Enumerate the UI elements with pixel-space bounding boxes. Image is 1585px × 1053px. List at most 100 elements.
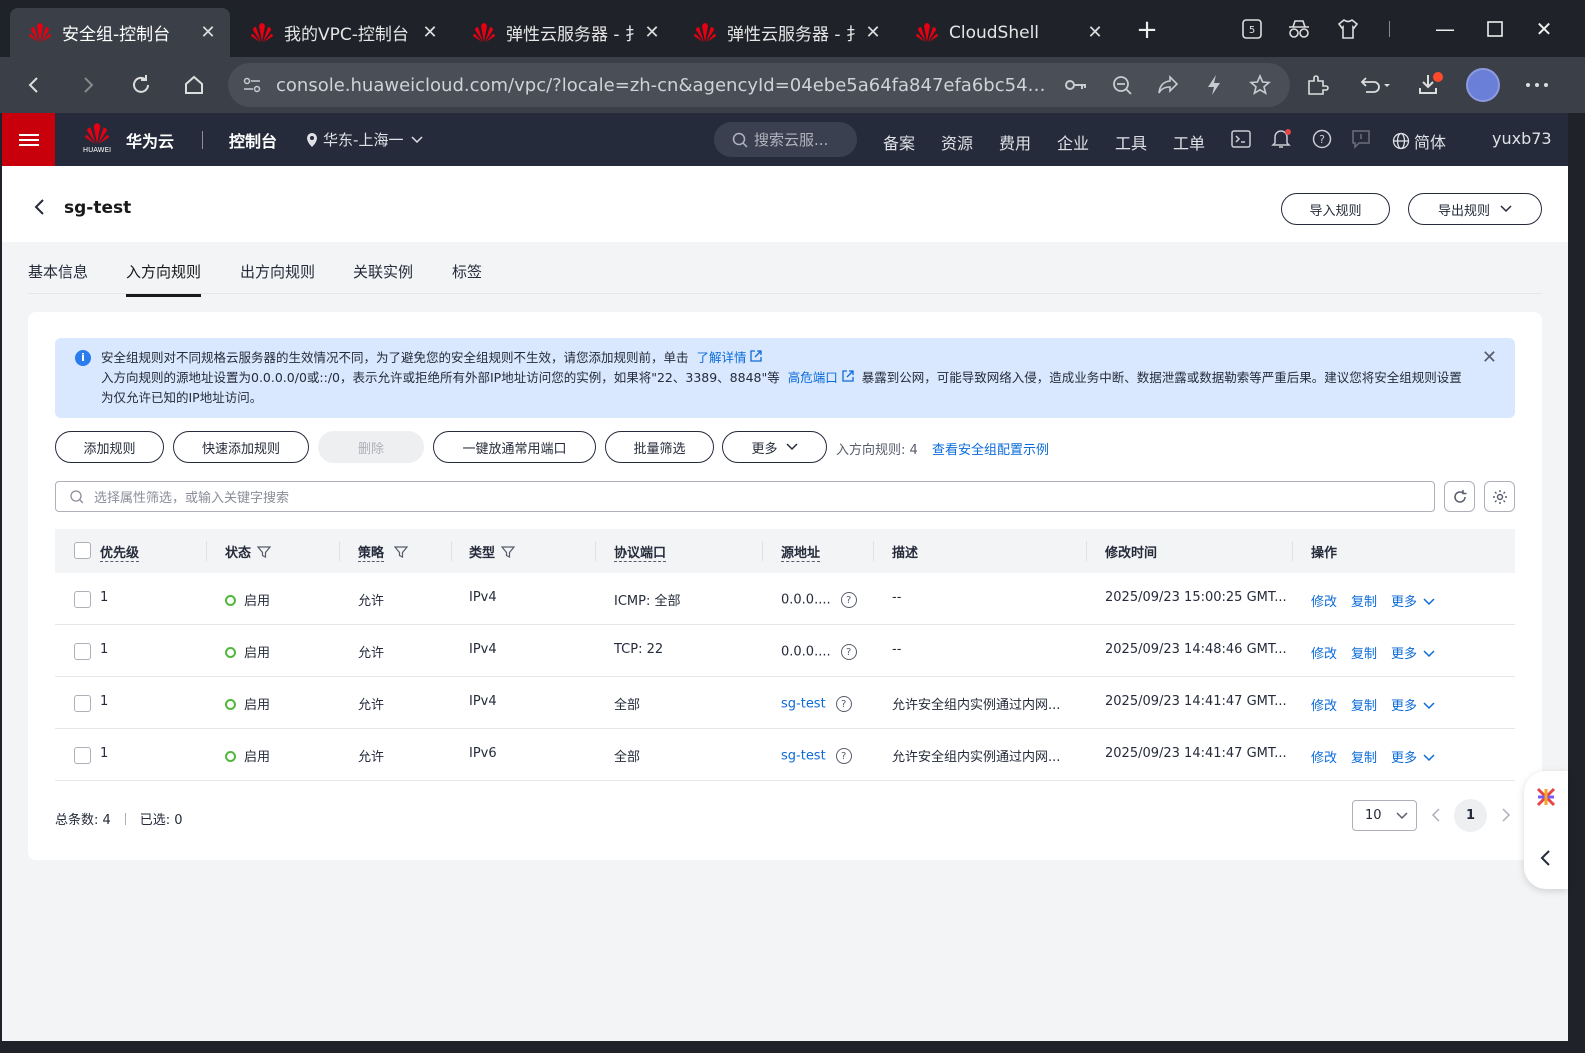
- hamburger-menu-icon[interactable]: [2, 113, 55, 166]
- refresh-button[interactable]: [1444, 481, 1475, 512]
- close-window-icon[interactable]: ✕: [1524, 12, 1564, 46]
- close-tab-icon[interactable]: ✕: [642, 22, 662, 43]
- profile-avatar[interactable]: [1466, 68, 1500, 102]
- edit-rule-link[interactable]: 修改: [1311, 643, 1337, 662]
- forward-icon[interactable]: [72, 69, 104, 101]
- column-header-source[interactable]: 源地址: [781, 542, 821, 562]
- workspaces-icon[interactable]: 5: [1238, 16, 1266, 42]
- more-rule-actions-link[interactable]: 更多: [1391, 747, 1435, 766]
- batch-filter-button[interactable]: 批量筛选: [605, 431, 714, 463]
- site-info-icon[interactable]: [242, 76, 262, 94]
- lightning-icon[interactable]: [1198, 71, 1230, 99]
- edit-rule-link[interactable]: 修改: [1311, 591, 1337, 610]
- help-icon[interactable]: ?: [835, 696, 852, 712]
- column-header-modified-time[interactable]: 修改时间: [1105, 542, 1157, 561]
- star-icon[interactable]: [1244, 71, 1276, 99]
- zoom-out-icon[interactable]: [1106, 71, 1138, 99]
- downloads-icon[interactable]: [1413, 69, 1447, 101]
- omnibox[interactable]: console.huaweicloud.com/vpc/?locale=zh-c…: [228, 63, 1290, 107]
- share-icon[interactable]: [1152, 71, 1184, 99]
- nav-link-tools[interactable]: 工具: [1115, 130, 1147, 154]
- more-rule-actions-link[interactable]: 更多: [1391, 643, 1435, 662]
- notification-bell-icon[interactable]: [1270, 128, 1292, 150]
- tab-inbound-rules[interactable]: 入方向规则: [126, 261, 202, 297]
- source-value[interactable]: sg-test: [781, 697, 826, 712]
- browser-tab-ecs-2[interactable]: 弹性云服务器 - 扌 ✕: [675, 8, 895, 57]
- copy-rule-link[interactable]: 复制: [1351, 747, 1377, 766]
- delete-button[interactable]: 删除: [318, 431, 424, 463]
- maximize-icon[interactable]: [1475, 12, 1515, 46]
- page-number-current[interactable]: 1: [1454, 799, 1487, 832]
- open-common-ports-button[interactable]: 一键放通常用端口: [433, 431, 596, 463]
- more-rule-actions-link[interactable]: 更多: [1391, 591, 1435, 610]
- close-alert-icon[interactable]: ✕: [1482, 348, 1497, 368]
- extensions-icon[interactable]: [1300, 69, 1334, 101]
- source-value[interactable]: sg-test: [781, 749, 826, 764]
- edit-rule-link[interactable]: 修改: [1311, 695, 1337, 714]
- tab-outbound-rules[interactable]: 出方向规则: [240, 261, 315, 294]
- console-link[interactable]: 控制台: [229, 128, 277, 152]
- tab-basic-info[interactable]: 基本信息: [28, 261, 88, 294]
- nav-link-resources[interactable]: 资源: [941, 130, 973, 154]
- next-page-icon[interactable]: [1497, 806, 1515, 824]
- export-rules-button[interactable]: 导出规则: [1408, 193, 1542, 225]
- copy-rule-link[interactable]: 复制: [1351, 695, 1377, 714]
- close-tab-icon[interactable]: ✕: [420, 22, 440, 43]
- close-tab-icon[interactable]: ✕: [198, 22, 218, 43]
- username[interactable]: yuxb73: [1492, 129, 1552, 148]
- prev-page-icon[interactable]: [1427, 806, 1445, 824]
- view-config-example-link[interactable]: 查看安全组配置示例: [932, 439, 1049, 458]
- high-risk-ports-link[interactable]: 高危端口: [784, 370, 858, 385]
- rule-search-input[interactable]: 选择属性筛选，或输入关键字搜索: [55, 481, 1435, 512]
- close-tab-icon[interactable]: ✕: [1085, 22, 1105, 43]
- feedback-icon[interactable]: [1350, 128, 1372, 150]
- column-header-status[interactable]: 状态: [225, 542, 272, 561]
- huawei-logo[interactable]: HUAWEI: [80, 122, 114, 158]
- browser-tab-cloudshell[interactable]: CloudShell ✕: [897, 8, 1117, 57]
- row-checkbox[interactable]: [74, 695, 91, 712]
- filter-icon[interactable]: [394, 545, 409, 559]
- browser-tab-ecs-1[interactable]: 弹性云服务器 - 扌 ✕: [454, 8, 674, 57]
- more-menu-icon[interactable]: [1520, 69, 1554, 101]
- nav-link-billing[interactable]: 费用: [999, 130, 1031, 154]
- close-tab-icon[interactable]: ✕: [863, 22, 883, 43]
- browser-tab-vpc[interactable]: 我的VPC-控制台 ✕: [232, 8, 452, 57]
- help-icon[interactable]: ?: [835, 748, 852, 764]
- add-rule-button[interactable]: 添加规则: [55, 431, 164, 463]
- region-selector[interactable]: 华东-上海一: [305, 129, 423, 150]
- nav-link-beian[interactable]: 备案: [883, 130, 915, 154]
- column-header-type[interactable]: 类型: [469, 542, 516, 561]
- page-size-select[interactable]: 10: [1352, 800, 1417, 831]
- import-rules-button[interactable]: 导入规则: [1281, 193, 1390, 225]
- copy-rule-link[interactable]: 复制: [1351, 643, 1377, 662]
- collapse-chevron-left-icon[interactable]: [1539, 849, 1553, 867]
- brand-name[interactable]: 华为云: [126, 128, 174, 152]
- settings-button[interactable]: [1484, 481, 1515, 512]
- nav-link-tickets[interactable]: 工单: [1173, 130, 1205, 154]
- column-header-policy[interactable]: 策略: [358, 542, 409, 562]
- column-header-protocol-port[interactable]: 协议端口: [614, 542, 667, 562]
- back-icon[interactable]: [18, 69, 50, 101]
- help-icon[interactable]: ?: [840, 644, 857, 660]
- help-icon[interactable]: ?: [840, 592, 857, 608]
- filter-icon[interactable]: [257, 545, 272, 559]
- shirt-icon[interactable]: [1334, 16, 1362, 42]
- reload-icon[interactable]: [125, 69, 157, 101]
- minimize-icon[interactable]: —: [1425, 12, 1465, 46]
- copy-rule-link[interactable]: 复制: [1351, 591, 1377, 610]
- history-icon[interactable]: [1355, 69, 1395, 101]
- learn-more-link[interactable]: 了解详情: [693, 350, 763, 365]
- browser-tab-security-group[interactable]: 安全组-控制台 ✕: [10, 8, 230, 57]
- row-checkbox[interactable]: [74, 747, 91, 764]
- quick-add-rule-button[interactable]: 快速添加规则: [173, 431, 309, 463]
- tab-tags[interactable]: 标签: [452, 261, 482, 294]
- assistant-icon[interactable]: [1534, 785, 1558, 809]
- nav-link-enterprise[interactable]: 企业: [1057, 130, 1089, 154]
- edit-rule-link[interactable]: 修改: [1311, 747, 1337, 766]
- column-header-description[interactable]: 描述: [892, 542, 918, 561]
- help-icon[interactable]: ?: [1311, 128, 1333, 150]
- select-all-checkbox[interactable]: [74, 542, 91, 559]
- cloudshell-icon[interactable]: [1230, 128, 1252, 150]
- column-header-priority[interactable]: 优先级: [100, 542, 140, 562]
- url-text[interactable]: console.huaweicloud.com/vpc/?locale=zh-c…: [276, 75, 1046, 96]
